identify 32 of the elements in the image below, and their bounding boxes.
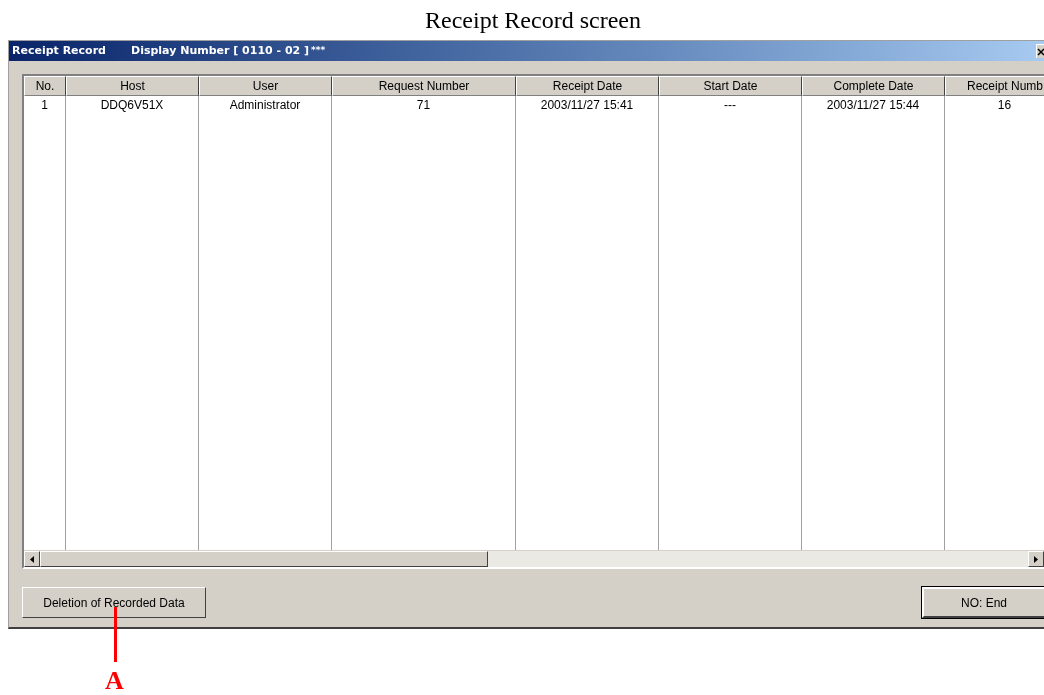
caption: Receipt Record screen — [425, 8, 641, 32]
table-cell-text: 71 — [415, 97, 432, 114]
column-header[interactable]: Request Number — [332, 76, 516, 96]
table-cell-text: DDQ6V51X — [99, 97, 165, 114]
column-header[interactable]: Complete Date — [802, 76, 945, 96]
close-icon — [1037, 47, 1044, 56]
horizontal-scrollbar[interactable] — [24, 550, 1044, 567]
window-title: Receipt Record — [11, 42, 107, 59]
action-button[interactable]: Deletion of Recorded Data — [22, 587, 206, 618]
leader-line — [114, 607, 117, 662]
table-cell-text: 1 — [40, 97, 49, 114]
table-cell-text: --- — [723, 97, 737, 114]
column-header[interactable]: User — [199, 76, 332, 96]
marker: *** — [311, 44, 326, 58]
table-cell-text: 2003/11/27 15:41 — [539, 97, 635, 114]
display-number: Display Number [ 0110 - 02 ] — [131, 42, 311, 59]
column-header[interactable]: Start Date — [659, 76, 802, 96]
table-cell-text: 16 — [996, 97, 1013, 114]
column-header[interactable]: Receipt Numb — [945, 76, 1044, 96]
table-cell-text: 2003/11/27 15:44 — [825, 97, 921, 114]
close-button[interactable] — [1036, 44, 1044, 58]
right-arrow-icon — [1034, 555, 1038, 563]
column-header[interactable]: Receipt Date — [516, 76, 659, 96]
column-header[interactable]: Host — [66, 76, 199, 96]
action-button[interactable]: NO: End — [922, 587, 1044, 618]
scroll-thumb[interactable] — [40, 551, 488, 567]
table-cell-text: Administrator — [228, 97, 302, 114]
column-header[interactable]: No. — [24, 76, 66, 96]
annotation-label: A — [105, 668, 124, 694]
left-arrow-icon — [30, 555, 34, 563]
scroll-right-button[interactable] — [1028, 551, 1044, 567]
scroll-left-button[interactable] — [24, 551, 40, 567]
